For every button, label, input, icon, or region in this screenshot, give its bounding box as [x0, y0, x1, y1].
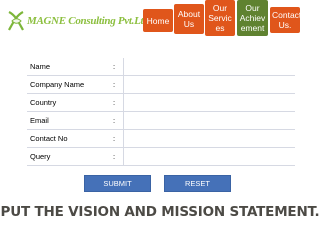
form-row-company-name: Company Name : [27, 75, 295, 94]
contact-no-label: Contact No [27, 129, 113, 148]
nav-our-services-button[interactable]: Our Servic es [205, 0, 235, 36]
vision-mission-statement: PUT THE VISION AND MISSION STATEMENT. [0, 204, 320, 220]
nav-contact-us-label: Contact Us. [272, 10, 300, 30]
company-name-separator: : [113, 75, 123, 94]
email-field[interactable] [122, 111, 295, 130]
reset-button[interactable]: RESET [164, 175, 231, 192]
enquiry-form: Name : Company Name : Country : Email : … [27, 57, 295, 166]
nav-about-us-label: About Us [177, 9, 201, 29]
contact-no-separator: : [113, 129, 123, 148]
form-row-name: Name : [27, 57, 295, 76]
country-field[interactable] [122, 93, 295, 112]
nav-home-label: Home [146, 15, 170, 26]
name-separator: : [113, 57, 123, 76]
country-label: Country [27, 93, 113, 112]
nav-our-services-label: Our Servic es [208, 3, 232, 33]
logo-emblem-icon [8, 11, 24, 31]
query-separator: : [113, 147, 123, 166]
logo-text: MAGNE Consulting Pvt.Ltd. [27, 15, 151, 27]
form-row-country: Country : [27, 93, 295, 112]
country-separator: : [113, 93, 123, 112]
form-row-query: Query : [27, 147, 295, 166]
contact-no-field[interactable] [122, 129, 295, 148]
email-separator: : [113, 111, 123, 130]
company-logo[interactable]: MAGNE Consulting Pvt.Ltd. [6, 8, 151, 34]
nav-home-button[interactable]: Home [143, 9, 173, 32]
nav-contact-us-button[interactable]: Contact Us. [270, 7, 300, 33]
submit-button[interactable]: SUBMIT [84, 175, 151, 192]
company-name-field[interactable] [122, 75, 295, 94]
email-label: Email [27, 111, 113, 130]
form-row-email: Email : [27, 111, 295, 130]
form-row-contact-no: Contact No : [27, 129, 295, 148]
nav-our-achievement-button[interactable]: Our Achiev ement [237, 0, 268, 36]
company-name-label: Company Name [27, 75, 113, 94]
nav-our-achievement-label: Our Achiev ement [239, 3, 266, 33]
query-label: Query [27, 147, 113, 166]
name-label: Name [27, 57, 113, 76]
nav-about-us-button[interactable]: About Us [174, 4, 204, 34]
name-field[interactable] [122, 57, 295, 76]
query-field[interactable] [122, 147, 295, 166]
